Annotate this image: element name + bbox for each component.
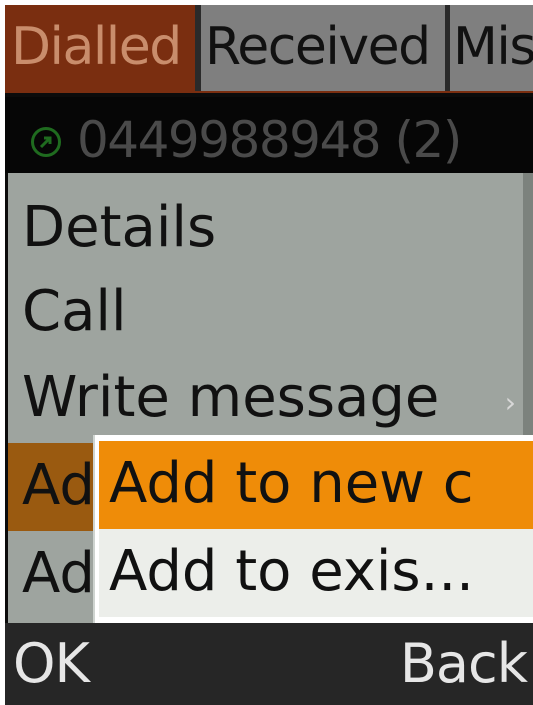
ok-softkey[interactable]: OK: [13, 629, 90, 699]
menu-item-call[interactable]: Call: [8, 269, 526, 357]
tab-dialled[interactable]: Dialled: [5, 5, 195, 91]
add-contact-submenu: Add to new c Add to exis...: [95, 435, 533, 623]
submenu-item-add-to-existing[interactable]: Add to exis...: [99, 529, 533, 617]
tab-missed[interactable]: Mis: [450, 5, 533, 91]
call-log-entry[interactable]: 0449988948 (2): [5, 97, 533, 173]
tab-received[interactable]: Received: [201, 5, 445, 91]
phone-number: 0449988948 (2): [77, 111, 462, 169]
call-log-tabs: Dialled Received Mis: [5, 5, 533, 93]
chevron-right-icon: ›: [504, 386, 516, 419]
menu-item-write-message[interactable]: Write message ›: [8, 355, 526, 443]
back-softkey[interactable]: Back: [400, 629, 528, 699]
tab-underline: [5, 91, 533, 93]
menu-item-details[interactable]: Details: [8, 185, 526, 273]
menu-item-label: Write message: [22, 365, 440, 430]
outgoing-call-icon: [31, 127, 61, 157]
phone-screen: Dialled Received Mis 0449988948 (2) Deta…: [5, 5, 533, 705]
softkey-bar: OK Back: [5, 623, 533, 705]
submenu-item-add-to-new-contact[interactable]: Add to new c: [99, 441, 533, 529]
